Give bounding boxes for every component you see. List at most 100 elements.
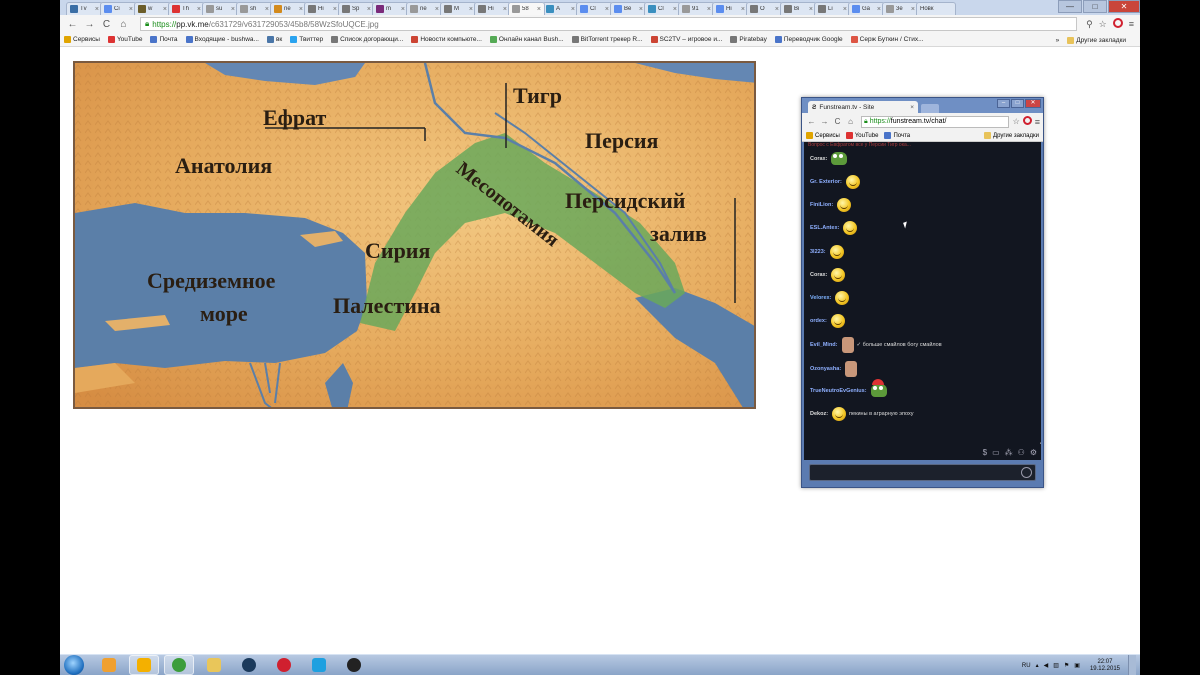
tab-close-button[interactable]: × <box>231 6 235 13</box>
tab-close-button[interactable]: × <box>809 6 813 13</box>
bookmark-item[interactable]: вк <box>266 36 282 43</box>
tab-close-button[interactable]: × <box>673 6 677 13</box>
tab-close-button[interactable]: × <box>163 6 167 13</box>
browser-tab[interactable]: WHi × <box>304 2 341 15</box>
close-button[interactable]: ✕ <box>1108 0 1140 13</box>
taskbar-app-button[interactable] <box>164 655 194 675</box>
popup-maximize-button[interactable]: □ <box>1011 99 1024 108</box>
chat-nick[interactable]: Dekoz: <box>810 411 828 417</box>
browser-tab[interactable]: Gne × <box>270 2 307 15</box>
taskbar-app-button[interactable] <box>339 655 369 675</box>
tab-close-button[interactable]: × <box>571 6 575 13</box>
browser-tab[interactable]: twTv × <box>66 2 103 15</box>
popup-address-bar[interactable]: 🔒︎ https:// funstream.tv/chat/ <box>861 115 1009 128</box>
bookmark-item[interactable]: Входящие - bushwa... <box>185 36 259 43</box>
reload-button[interactable]: C <box>100 18 113 31</box>
tab-close-button[interactable]: × <box>401 6 405 13</box>
browser-tab[interactable]: AA × <box>542 2 579 15</box>
browser-tab[interactable]: WBi × <box>780 2 817 15</box>
menu-icon[interactable]: ≡ <box>1129 19 1134 29</box>
browser-tab[interactable]: docne × <box>406 2 443 15</box>
browser-tab[interactable]: ww × <box>134 2 171 15</box>
start-button[interactable] <box>64 655 84 675</box>
opera-extension-icon[interactable] <box>1112 18 1123 30</box>
tab-close-button[interactable]: × <box>877 6 881 13</box>
browser-tab[interactable]: docsh × <box>236 2 273 15</box>
popup-star-icon[interactable]: ☆ <box>1013 117 1020 126</box>
popup-minimize-button[interactable]: – <box>997 99 1010 108</box>
chat-nick[interactable]: TrueNeutroEvGenius: <box>810 388 867 394</box>
bookmark-item[interactable]: Сервисы <box>64 36 100 43</box>
popup-new-tab-button[interactable] <box>921 104 939 113</box>
zoom-icon[interactable]: ⚲ <box>1086 19 1093 30</box>
forward-button[interactable]: → <box>83 18 96 31</box>
popup-other-bookmarks[interactable]: Другие закладки <box>984 132 1039 139</box>
donate-icon[interactable]: $ <box>983 448 987 457</box>
tab-close-button[interactable]: × <box>299 6 303 13</box>
popup-close-button[interactable]: ✕ <box>1025 99 1041 108</box>
bookmark-item[interactable]: YouTube <box>107 36 142 43</box>
chat-nick[interactable]: Gr. Exterior: <box>810 179 842 185</box>
tab-close-button[interactable]: × <box>129 6 133 13</box>
popup-tab[interactable]: Ƨ Funstream.tv - Site × <box>808 101 918 113</box>
chat-nick[interactable]: Corax: <box>810 156 827 162</box>
browser-tab[interactable]: WO × <box>746 2 783 15</box>
tab-close-button[interactable]: × <box>265 6 269 13</box>
chat-input[interactable] <box>809 464 1036 481</box>
bookmark-item[interactable]: YouTube <box>845 132 878 139</box>
browser-tab[interactable]: WLi × <box>814 2 851 15</box>
users-icon[interactable]: ⁂ <box>1005 448 1013 457</box>
browser-tab[interactable]: doc91 × <box>678 2 715 15</box>
taskbar-app-button[interactable] <box>94 655 124 675</box>
tab-close-button[interactable]: × <box>503 6 507 13</box>
browser-tab[interactable]: doc3e × <box>882 2 919 15</box>
bookmark-item[interactable]: SC2TV – игровое и... <box>650 36 722 43</box>
browser-tab[interactable]: GCi × <box>100 2 137 15</box>
popup-home-button[interactable]: ⌂ <box>845 115 856 128</box>
bookmark-item[interactable]: Серж Буткин / Стих... <box>850 36 924 43</box>
tray-arrow-icon[interactable]: ▴ <box>1036 662 1039 669</box>
tab-close-button[interactable]: × <box>537 6 541 13</box>
tab-close-button[interactable]: × <box>367 6 371 13</box>
address-bar[interactable]: 🔒︎ https:// pp.vk.me /c631729/v631729053… <box>140 17 1078 31</box>
chat-mode-icon[interactable]: ▭ <box>992 448 1000 457</box>
network-icon[interactable]: ▥ <box>1053 662 1059 669</box>
monitor-icon[interactable]: ▣ <box>1074 662 1080 669</box>
tab-close-button[interactable]: × <box>843 6 847 13</box>
smiles-icon[interactable]: ⚇ <box>1018 448 1025 457</box>
bookmarks-more-button[interactable]: » <box>1056 37 1060 44</box>
volume-icon[interactable]: ◀ <box>1044 662 1049 669</box>
other-bookmarks-folder[interactable]: Другие закладки <box>1067 36 1126 44</box>
home-button[interactable]: ⌂ <box>117 18 130 31</box>
chat-nick[interactable]: Corax: <box>810 272 827 278</box>
chat-nick[interactable]: ordex: <box>810 318 827 324</box>
maximize-button[interactable]: □ <box>1083 0 1107 13</box>
tab-close-button[interactable]: × <box>741 6 745 13</box>
bookmark-star-icon[interactable]: ☆ <box>1099 19 1107 30</box>
browser-tab[interactable]: GCl × <box>576 2 613 15</box>
browser-tab[interactable]: ACl × <box>644 2 681 15</box>
taskbar-app-button[interactable] <box>269 655 299 675</box>
language-indicator[interactable]: RU <box>1022 663 1031 669</box>
popup-forward-button[interactable]: → <box>819 115 830 128</box>
bookmark-item[interactable]: Твиттер <box>290 36 323 43</box>
show-desktop-button[interactable] <box>1128 655 1136 675</box>
tab-close-button[interactable]: × <box>605 6 609 13</box>
back-button[interactable]: ← <box>66 18 79 31</box>
chat-nick[interactable]: Evil_Mind: <box>810 342 838 348</box>
taskbar-app-button[interactable] <box>304 655 334 675</box>
bookmark-item[interactable]: Список догорающи... <box>331 36 403 43</box>
tab-close-button[interactable]: × <box>707 6 711 13</box>
taskbar-app-button[interactable] <box>234 655 264 675</box>
bookmark-item[interactable]: Онлайн канал Bush... <box>489 36 564 43</box>
browser-tab[interactable]: GHi × <box>712 2 749 15</box>
popup-tab-close-button[interactable]: × <box>910 104 914 111</box>
popup-opera-icon[interactable] <box>1022 116 1032 127</box>
bookmark-item[interactable]: Почта <box>884 132 910 139</box>
chat-nick[interactable]: FiniLion: <box>810 202 833 208</box>
bookmark-item[interactable]: Piratebay <box>730 36 767 43</box>
browser-tab[interactable]: GBe × <box>610 2 647 15</box>
chat-nick[interactable]: Ozonyasha: <box>810 366 841 372</box>
emoji-picker-icon[interactable] <box>1021 467 1032 478</box>
clock[interactable]: 22:07 19.12.2015 <box>1090 659 1120 673</box>
